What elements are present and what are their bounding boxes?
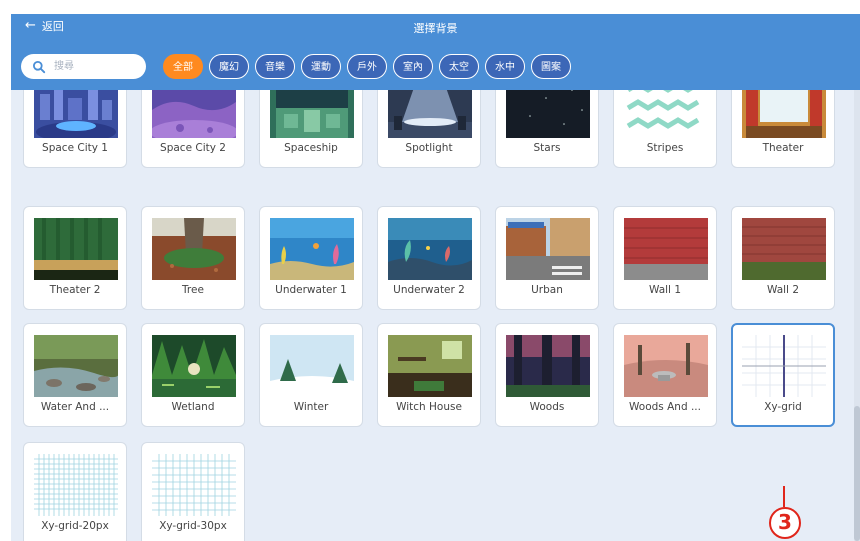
backdrop-name: Spotlight bbox=[405, 142, 453, 154]
backdrop-card-xy-grid-20px[interactable]: Xy-grid-20px bbox=[23, 442, 127, 541]
backdrop-card-xy-grid[interactable]: Xy-grid bbox=[731, 323, 835, 427]
backdrop-thumbnail bbox=[388, 335, 472, 397]
backdrop-thumbnail bbox=[270, 218, 354, 280]
search-input[interactable] bbox=[52, 60, 141, 73]
backdrop-thumbnail bbox=[388, 218, 472, 280]
callout-number-badge: 3 bbox=[769, 507, 801, 539]
backdrop-card-winter[interactable]: Winter bbox=[259, 323, 363, 427]
backdrop-thumbnail bbox=[506, 218, 590, 280]
backdrop-card-theater-2[interactable]: Theater 2 bbox=[23, 206, 127, 310]
search-icon bbox=[33, 60, 46, 73]
backdrop-thumbnail bbox=[506, 335, 590, 397]
backdrop-name: Theater 2 bbox=[49, 284, 101, 296]
page-title: 選擇背景 bbox=[413, 22, 458, 35]
chip-music[interactable]: 音樂 bbox=[255, 54, 295, 79]
backdrop-name: Stripes bbox=[646, 142, 684, 154]
backdrop-card-xy-grid-30px[interactable]: Xy-grid-30px bbox=[141, 442, 245, 541]
backdrop-thumbnail bbox=[152, 90, 236, 138]
backdrop-thumbnail bbox=[34, 218, 118, 280]
scrollbar-track[interactable] bbox=[854, 90, 860, 541]
backdrop-name: Xy-grid-30px bbox=[159, 520, 227, 532]
backdrop-thumbnail bbox=[624, 90, 708, 138]
backdrop-thumbnail bbox=[34, 335, 118, 397]
backdrop-name: Space City 1 bbox=[42, 142, 108, 154]
backdrop-name: Woods bbox=[529, 401, 565, 413]
callout-line bbox=[783, 486, 785, 507]
backdrop-card-space-city-1[interactable]: Space City 1 bbox=[23, 90, 127, 168]
backdrop-card-wall-2[interactable]: Wall 2 bbox=[731, 206, 835, 310]
search-box[interactable] bbox=[21, 54, 146, 79]
backdrop-thumbnail bbox=[270, 335, 354, 397]
backdrop-thumbnail bbox=[152, 218, 236, 280]
backdrop-name: Tree bbox=[182, 284, 204, 296]
backdrop-thumbnail bbox=[388, 90, 472, 138]
backdrop-thumbnail bbox=[152, 454, 236, 516]
backdrop-name: Xy-grid-20px bbox=[41, 520, 109, 532]
backdrop-thumbnail bbox=[624, 218, 708, 280]
backdrop-name: Wetland bbox=[171, 401, 215, 413]
category-chips: 全部 魔幻 音樂 運動 戶外 室內 太空 水中 圖案 bbox=[163, 54, 571, 79]
backdrop-library-window: ← 返回 選擇背景 全部 魔幻 音樂 運動 戶外 室內 太空 水中 圖案 bbox=[11, 14, 860, 541]
backdrop-name: Xy-grid bbox=[764, 401, 802, 413]
scrollbar-thumb[interactable] bbox=[854, 406, 860, 541]
backdrop-card-water-and-rocks[interactable]: Water And ... bbox=[23, 323, 127, 427]
backdrop-name: Woods And ... bbox=[629, 401, 701, 413]
backdrop-card-wall-1[interactable]: Wall 1 bbox=[613, 206, 717, 310]
backdrop-card-spaceship[interactable]: Spaceship bbox=[259, 90, 363, 168]
backdrop-card-tree[interactable]: Tree bbox=[141, 206, 245, 310]
backdrop-name: Spaceship bbox=[284, 142, 338, 154]
chip-fantasy[interactable]: 魔幻 bbox=[209, 54, 249, 79]
backdrop-name: Water And ... bbox=[40, 401, 110, 413]
backdrop-name: Winter bbox=[293, 401, 329, 413]
backdrop-name: Wall 2 bbox=[767, 284, 799, 296]
backdrop-thumbnail bbox=[742, 218, 826, 280]
backdrop-card-space-city-2[interactable]: Space City 2 bbox=[141, 90, 245, 168]
backdrop-card-theater[interactable]: Theater bbox=[731, 90, 835, 168]
backdrop-thumbnail bbox=[742, 90, 826, 138]
backdrop-card-stripes[interactable]: Stripes bbox=[613, 90, 717, 168]
backdrop-card-spotlight[interactable]: Spotlight bbox=[377, 90, 481, 168]
backdrop-thumbnail bbox=[506, 90, 590, 138]
chip-underwater[interactable]: 水中 bbox=[485, 54, 525, 79]
backdrop-thumbnail bbox=[34, 454, 118, 516]
backdrop-card-urban[interactable]: Urban bbox=[495, 206, 599, 310]
backdrop-card-wetland[interactable]: Wetland bbox=[141, 323, 245, 427]
backdrop-thumbnail bbox=[270, 90, 354, 138]
backdrop-thumbnail bbox=[624, 335, 708, 397]
filter-bar: 全部 魔幻 音樂 運動 戶外 室內 太空 水中 圖案 bbox=[11, 42, 860, 90]
chip-space[interactable]: 太空 bbox=[439, 54, 479, 79]
backdrop-thumbnail bbox=[742, 335, 826, 397]
backdrop-thumbnail bbox=[34, 90, 118, 138]
backdrop-card-stars[interactable]: Stars bbox=[495, 90, 599, 168]
backdrop-name: Space City 2 bbox=[160, 142, 226, 154]
chip-all[interactable]: 全部 bbox=[163, 54, 203, 79]
backdrop-thumbnail bbox=[152, 335, 236, 397]
chip-indoors[interactable]: 室內 bbox=[393, 54, 433, 79]
chip-patterns[interactable]: 圖案 bbox=[531, 54, 571, 79]
backdrop-name: Witch House bbox=[396, 401, 462, 413]
backdrop-name: Urban bbox=[531, 284, 563, 296]
backdrop-card-underwater-2[interactable]: Underwater 2 bbox=[377, 206, 481, 310]
backdrop-name: Underwater 1 bbox=[275, 284, 347, 296]
chip-sports[interactable]: 運動 bbox=[301, 54, 341, 79]
chip-outdoors[interactable]: 戶外 bbox=[347, 54, 387, 79]
backdrop-card-woods-and-bench[interactable]: Woods And ... bbox=[613, 323, 717, 427]
backdrop-name: Wall 1 bbox=[649, 284, 681, 296]
backdrop-card-woods[interactable]: Woods bbox=[495, 323, 599, 427]
backdrop-card-underwater-1[interactable]: Underwater 1 bbox=[259, 206, 363, 310]
backdrop-name: Stars bbox=[533, 142, 561, 154]
backdrop-name: Theater bbox=[762, 142, 804, 154]
header-bar: ← 返回 選擇背景 bbox=[11, 14, 860, 42]
backdrop-card-witch-house[interactable]: Witch House bbox=[377, 323, 481, 427]
backdrop-name: Underwater 2 bbox=[393, 284, 465, 296]
backdrop-grid: Space City 1 Space City 2 Spaceship Spot… bbox=[11, 90, 860, 541]
